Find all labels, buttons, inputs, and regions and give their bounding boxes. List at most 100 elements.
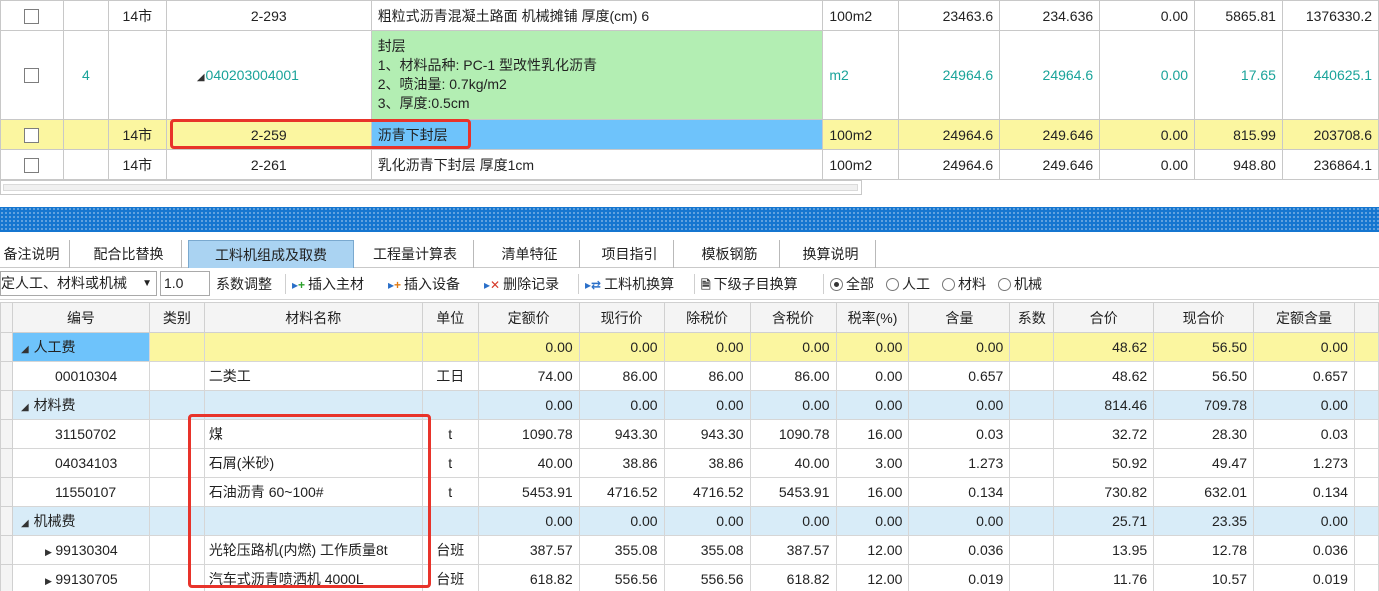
row-header[interactable] (0, 506, 13, 536)
filter-labor-radio[interactable]: 人工 (886, 272, 930, 296)
radio-icon[interactable] (942, 278, 955, 291)
checkbox-icon[interactable] (24, 68, 40, 84)
col-header-tax-rate[interactable]: 税率(%) (835, 302, 910, 333)
resource-row[interactable]: 11550107 石油沥青 60~100# t 5453.91 4716.52 4716.… (0, 477, 1379, 507)
row-checkbox[interactable] (0, 149, 64, 180)
table-row-selected[interactable]: 14市 2-259 沥青下封层 100m2 24964.6 249.646 0.… (0, 119, 1379, 150)
coefficient-input[interactable]: 1.0 (160, 271, 210, 296)
checkbox-icon[interactable] (24, 8, 40, 24)
radio-selected-icon[interactable] (830, 278, 843, 291)
tab-remarks[interactable]: 备注说明 (0, 240, 70, 268)
cell-tax-rate: 3.00 (835, 448, 910, 478)
tab-conversion-notes[interactable]: 换算说明 (786, 240, 876, 268)
collapse-triangle-icon[interactable]: ◢ (197, 72, 205, 83)
horizontal-scrollbar[interactable] (0, 180, 862, 195)
resource-type-select[interactable]: 定人工、材料或机械 ▼ (0, 271, 157, 296)
row-header[interactable] (0, 477, 13, 507)
row-header[interactable] (0, 332, 13, 362)
coef-adjust-button[interactable]: 系数调整 (216, 272, 272, 296)
col-header-material-name[interactable]: 材料名称 (203, 302, 423, 333)
col-header-current-total[interactable]: 现合价 (1153, 302, 1255, 333)
col-header-content[interactable]: 含量 (908, 302, 1011, 333)
cell-total: 48.62 (1053, 361, 1155, 391)
resource-row[interactable]: 04034103 石屑(米砂) t 40.00 38.86 38.86 40.00 3.00 1… (0, 448, 1379, 478)
row-header[interactable] (0, 535, 13, 565)
col-header-current-price[interactable]: 现行价 (578, 302, 665, 333)
col-header-taxed-price[interactable]: 含税价 (749, 302, 837, 333)
tab-list-features[interactable]: 清单特征 (480, 240, 580, 268)
cell-category (148, 535, 205, 565)
col-header-total[interactable]: 合价 (1053, 302, 1155, 333)
row-header[interactable] (0, 448, 13, 478)
collapse-triangle-icon[interactable]: ◢ (21, 402, 29, 413)
toolbar-separator (694, 274, 695, 294)
row-checkbox[interactable] (0, 119, 64, 150)
radio-icon[interactable] (998, 278, 1011, 291)
group-label[interactable]: ◢ 机械费 (11, 506, 150, 536)
resource-swap-button[interactable]: ▸⇄ 工料机换算 (585, 272, 674, 296)
delete-record-button[interactable]: ▸✕ 删除记录 (484, 272, 559, 296)
group-row[interactable]: ◢ 机械费 0.00 0.00 0.00 0.00 0.00 0.00 25.71 23.35 0… (0, 506, 1379, 536)
row-header[interactable] (0, 390, 13, 420)
expand-triangle-icon[interactable]: ▶ (45, 547, 54, 557)
group-label[interactable]: ◢ 人工费 (11, 332, 150, 362)
col-header-quota-price[interactable]: 定额价 (477, 302, 580, 333)
tab-quantity-calc[interactable]: 工程量计算表 (357, 240, 474, 268)
cell-quota-content: 0.657 (1253, 361, 1355, 391)
tab-formwork-rebar[interactable]: 模板钢筋 (680, 240, 780, 268)
cell-total: 48.62 (1053, 332, 1155, 362)
row-checkbox[interactable] (0, 0, 64, 31)
col-header-coefficient[interactable]: 系数 (1009, 302, 1055, 333)
toolbar-separator (823, 274, 824, 294)
filter-machine-radio[interactable]: 机械 (998, 272, 1042, 296)
resource-row[interactable]: 00010304 二类工 工日 74.00 86.00 86.00 86.00 0.00 0.6… (0, 361, 1379, 391)
group-row[interactable]: ◢ 材料费 0.00 0.00 0.00 0.00 0.00 0.00 814.46 709.7… (0, 390, 1379, 420)
group-label[interactable]: ◢ 材料费 (11, 390, 150, 420)
table-row[interactable]: 4 ◢040203004001 封层 1、材料品种: PC-1 型改性乳化沥青 … (0, 30, 1379, 120)
cell-category (148, 419, 205, 449)
radio-icon[interactable] (886, 278, 899, 291)
tab-item-guide[interactable]: 项目指引 (586, 240, 674, 268)
dropdown-arrow-icon[interactable]: ▼ (142, 272, 152, 295)
cell-unit: m2 (822, 30, 900, 120)
tab-mix-replace[interactable]: 配合比替换 (76, 240, 182, 268)
resource-row[interactable]: ▶ 99130705 汽车式沥青喷洒机 4000L 台班 618.82 556.56 55… (0, 564, 1379, 591)
col-header-category[interactable]: 类别 (148, 302, 205, 333)
row-checkbox[interactable] (0, 30, 64, 120)
filter-material-radio[interactable]: 材料 (942, 272, 986, 296)
table-row[interactable]: 14市 2-293 粗粒式沥青混凝土路面 机械摊铺 厚度(cm) 6 100m2… (0, 0, 1379, 31)
splitter-bar[interactable] (0, 207, 1379, 232)
cell-name: 乳化沥青下封层 厚度1cm (370, 149, 824, 180)
cell-item[interactable]: ◢040203004001 (165, 30, 372, 120)
sub-item-swap-button[interactable]: 🗎 下级子目换算 (701, 272, 798, 296)
insert-main-material-button[interactable]: ▸+ 插入主材 (292, 272, 364, 296)
tab-labor-material-machine[interactable]: 工料机组成及取费 (188, 240, 354, 268)
filter-all-radio[interactable]: 全部 (830, 272, 874, 296)
resource-row[interactable]: 31150702 煤 t 1090.78 943.30 943.30 1090.78 16.0… (0, 419, 1379, 449)
collapse-triangle-icon[interactable]: ◢ (21, 344, 29, 355)
checkbox-icon[interactable] (24, 157, 40, 173)
col-header-quota-content[interactable]: 定额含量 (1253, 302, 1355, 333)
scrollbar-thumb[interactable] (3, 184, 858, 191)
cell-current-price: 0.00 (578, 506, 665, 536)
cell-current-total: 10.57 (1153, 564, 1255, 591)
resource-row[interactable]: ▶ 99130304 光轮压路机(内燃) 工作质量8t 台班 387.57 355.08… (0, 535, 1379, 565)
checkbox-icon[interactable] (24, 127, 40, 143)
cell-qty2: 249.646 (999, 119, 1101, 150)
row-header[interactable] (0, 361, 13, 391)
col-header-code[interactable]: 编号 (11, 302, 150, 333)
expand-triangle-icon[interactable]: ▶ (45, 576, 54, 586)
row-header[interactable] (0, 564, 13, 591)
col-header-pretax-price[interactable]: 除税价 (663, 302, 751, 333)
col-header-unit[interactable]: 单位 (421, 302, 479, 333)
row-header[interactable] (0, 419, 13, 449)
cell-name[interactable]: 沥青下封层 (370, 119, 824, 150)
collapse-triangle-icon[interactable]: ◢ (21, 518, 29, 529)
insert-plus-icon: ▸+ (292, 278, 306, 293)
cell-total: 814.46 (1053, 390, 1155, 420)
cell-category (148, 448, 205, 478)
cell-v1: 0.00 (1099, 0, 1196, 31)
group-row[interactable]: ◢ 人工费 0.00 0.00 0.00 0.00 0.00 0.00 48.62 56.50 0… (0, 332, 1379, 362)
insert-equipment-button[interactable]: ▸+ 插入设备 (388, 272, 460, 296)
table-row[interactable]: 14市 2-261 乳化沥青下封层 厚度1cm 100m2 24964.6 24… (0, 149, 1379, 180)
